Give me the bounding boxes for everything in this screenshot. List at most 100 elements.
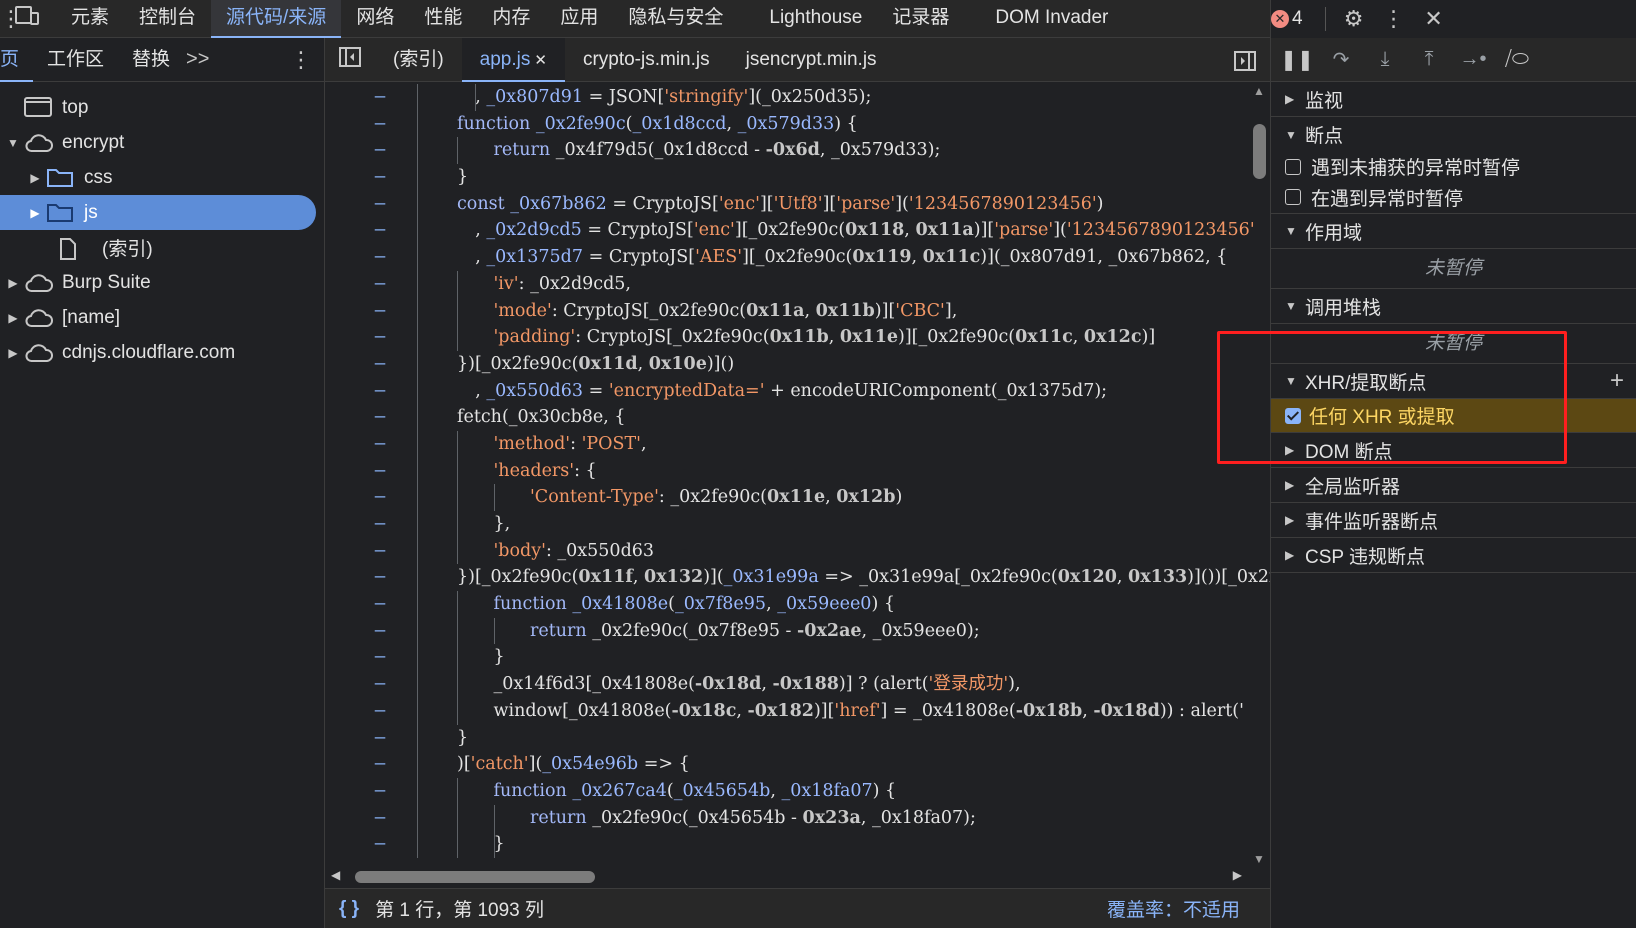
gutter-marker[interactable]: – <box>325 324 435 351</box>
step-icon[interactable]: →• <box>1451 48 1495 71</box>
gutter-marker[interactable]: – <box>325 805 435 832</box>
deactivate-breakpoints-icon[interactable]: ⧸⬭ <box>1495 48 1539 71</box>
gutter-marker[interactable]: – <box>325 725 435 752</box>
tab-0[interactable]: 元素 <box>56 0 124 38</box>
gutter-marker[interactable]: – <box>325 137 435 164</box>
tab-9[interactable]: 记录器 <box>877 0 964 38</box>
tree-item[interactable]: (索引) <box>0 230 324 265</box>
expand-arrow-icon[interactable]: ▶ <box>28 206 42 220</box>
step-over-icon[interactable]: ↷ <box>1319 47 1363 72</box>
gutter-marker[interactable]: – <box>325 591 435 618</box>
gutter-marker[interactable]: – <box>325 458 435 485</box>
gutter-marker[interactable]: – <box>325 644 435 671</box>
vertical-scrollbar[interactable]: ▲ ▼ <box>1248 84 1270 866</box>
pretty-print-button[interactable]: { } <box>339 898 359 920</box>
inspect-element-icon[interactable]: ⋮ <box>0 6 22 32</box>
toggle-navigator-icon[interactable] <box>325 46 375 73</box>
dom-breakpoints-section[interactable]: ▶ DOM 断点 <box>1271 433 1636 468</box>
gutter-marker[interactable]: – <box>325 217 435 244</box>
close-icon[interactable]: ✕ <box>1414 6 1454 32</box>
gutter-marker[interactable]: – <box>325 671 435 698</box>
event-listener-breakpoints-section[interactable]: ▶ 事件监听器断点 <box>1271 503 1636 538</box>
gutter-marker[interactable]: – <box>325 244 435 271</box>
tree-item[interactable]: ▶ Burp Suite <box>0 265 324 300</box>
tree-item[interactable]: ▶ js <box>0 195 316 230</box>
tree-item[interactable]: ▶ css <box>0 160 324 195</box>
close-icon[interactable]: ✕ <box>534 52 547 69</box>
tree-item[interactable]: ▶ cdnjs.cloudflare.com <box>0 335 324 370</box>
pause-uncaught-checkbox[interactable]: 遇到未捕获的异常时暂停 <box>1271 152 1636 181</box>
code-view[interactable]: –, _0x807d91 = JSON['stringify'](_0x250d… <box>325 84 1270 866</box>
tab-3[interactable]: 网络 <box>341 0 409 38</box>
tab-4[interactable]: 性能 <box>409 0 477 38</box>
gutter-marker[interactable]: – <box>325 511 435 538</box>
collapse-arrow-icon[interactable]: ▼ <box>6 136 20 150</box>
tab-5[interactable]: 内存 <box>477 0 545 38</box>
tab-2[interactable]: 源代码/来源 <box>211 0 342 38</box>
gutter-marker[interactable]: – <box>325 831 435 858</box>
gutter-marker[interactable]: – <box>325 484 435 511</box>
csp-violation-breakpoints-section[interactable]: ▶ CSP 违规断点 <box>1271 538 1636 573</box>
gutter-marker[interactable]: – <box>325 191 435 218</box>
tree-item[interactable]: ▼ encrypt <box>0 125 324 160</box>
gutter-marker[interactable]: – <box>325 431 435 458</box>
global-listeners-section[interactable]: ▶ 全局监听器 <box>1271 468 1636 503</box>
gutter-marker[interactable]: – <box>325 404 435 431</box>
scroll-left-arrow-icon[interactable]: ◀ <box>331 868 340 882</box>
tab-6[interactable]: 应用 <box>545 0 613 38</box>
gutter-marker[interactable]: – <box>325 111 435 138</box>
error-count-badge[interactable]: ✕ 4 <box>1271 8 1303 30</box>
editor-tab[interactable]: jsencrypt.min.js <box>728 38 895 82</box>
editor-tab[interactable]: app.js ✕ <box>461 37 565 82</box>
gutter-marker[interactable]: – <box>325 618 435 645</box>
tab-1[interactable]: 控制台 <box>124 0 211 38</box>
device-toolbar-icon[interactable] <box>10 5 44 33</box>
more-tabs-button[interactable]: >> <box>186 48 209 71</box>
step-into-icon[interactable]: ⤓ <box>1363 48 1407 71</box>
toggle-debugger-icon[interactable] <box>1220 38 1270 82</box>
tab-7[interactable]: 隐私与安全 <box>613 0 738 38</box>
callstack-section[interactable]: ▼ 调用堆栈 <box>1271 289 1636 324</box>
coverage-status[interactable]: 覆盖率：不适用 <box>1107 895 1240 922</box>
checkbox[interactable] <box>1285 189 1301 205</box>
tree-item[interactable]: ▶ [name] <box>0 300 324 335</box>
more-vert-icon[interactable]: ⋮ <box>1374 6 1414 32</box>
gutter-marker[interactable]: – <box>325 564 435 591</box>
tab-8[interactable]: Lighthouse <box>754 0 877 38</box>
pause-caught-checkbox[interactable]: 在遇到异常时暂停 <box>1271 181 1636 214</box>
expand-arrow-icon[interactable]: ▶ <box>6 276 20 290</box>
gutter-marker[interactable]: – <box>325 351 435 378</box>
checkbox[interactable] <box>1285 158 1301 175</box>
scroll-up-arrow-icon[interactable]: ▲ <box>1253 84 1265 98</box>
more-vert-icon[interactable]: ⋮ <box>290 38 312 82</box>
gutter-marker[interactable]: – <box>325 698 435 725</box>
gutter-marker[interactable]: – <box>325 538 435 565</box>
gutter-marker[interactable]: – <box>325 298 435 325</box>
expand-arrow-icon[interactable]: ▶ <box>6 311 20 325</box>
add-icon[interactable]: + <box>1610 367 1624 395</box>
gutter-marker[interactable]: – <box>325 778 435 805</box>
gutter-marker[interactable]: – <box>325 751 435 778</box>
gear-icon[interactable]: ⚙ <box>1334 6 1374 32</box>
xhr-breakpoints-section[interactable]: ▼ XHR/提取断点 + <box>1271 364 1636 399</box>
xhr-any-breakpoint[interactable]: 任何 XHR 或提取 <box>1271 399 1636 433</box>
breakpoints-section[interactable]: ▼ 断点 <box>1271 117 1636 152</box>
gutter-marker[interactable]: – <box>325 271 435 298</box>
scrollbar-thumb[interactable] <box>355 871 595 883</box>
navigator-tab-0[interactable]: 页 <box>0 38 34 82</box>
navigator-tab-1[interactable]: 工作区 <box>33 38 118 82</box>
expand-arrow-icon[interactable]: ▶ <box>28 171 42 185</box>
gutter-marker[interactable]: – <box>325 84 435 111</box>
tab-10[interactable]: DOM Invader <box>980 0 1123 38</box>
expand-arrow-icon[interactable]: ▶ <box>6 346 20 360</box>
checkbox[interactable] <box>1285 407 1301 424</box>
pause-icon[interactable]: ❚❚ <box>1275 47 1319 72</box>
editor-tab[interactable]: (索引) <box>375 38 462 82</box>
step-out-icon[interactable]: ⤒ <box>1407 48 1451 71</box>
scope-section[interactable]: ▼ 作用域 <box>1271 214 1636 249</box>
editor-tab[interactable]: crypto-js.min.js <box>565 38 728 82</box>
scrollbar-thumb[interactable] <box>1253 124 1266 179</box>
gutter-marker[interactable]: – <box>325 378 435 405</box>
scroll-down-arrow-icon[interactable]: ▼ <box>1253 852 1265 866</box>
navigator-tab-2[interactable]: 替换 <box>118 38 184 82</box>
